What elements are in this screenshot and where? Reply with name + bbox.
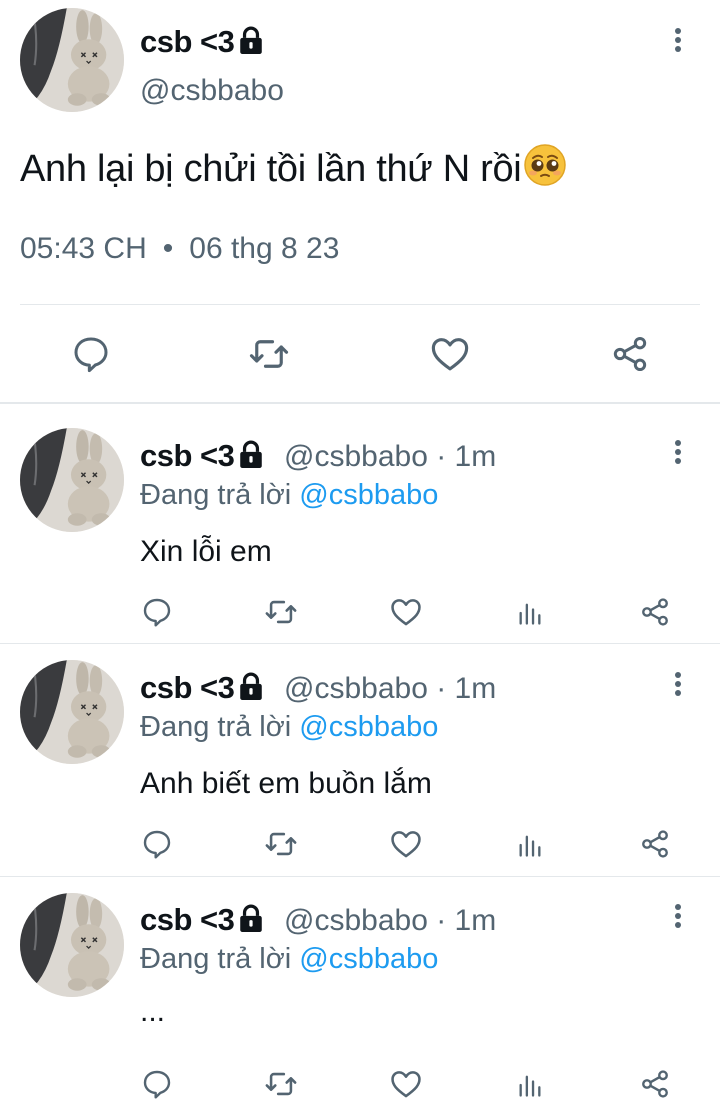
share-button[interactable] <box>638 1067 672 1101</box>
display-name[interactable]: csb <3 <box>140 24 264 60</box>
views-button[interactable] <box>514 597 546 629</box>
like-icon <box>389 595 423 629</box>
share-button[interactable] <box>638 595 672 629</box>
lock-icon <box>238 672 264 700</box>
display-name[interactable]: csb <3 <box>140 670 264 706</box>
share-icon <box>639 596 671 628</box>
views-button[interactable] <box>514 1069 546 1101</box>
handle-and-time[interactable]: @csbbabo · 1m <box>284 672 496 706</box>
reply-button[interactable] <box>140 595 174 629</box>
tweet-date: 06 thg 8 23 <box>189 232 340 265</box>
replying-to-label: Đang trả lời <box>140 711 292 743</box>
reply-button[interactable] <box>140 827 174 861</box>
more-options-icon[interactable] <box>668 672 688 702</box>
retweet-button[interactable] <box>263 595 299 629</box>
replying-to-label: Đang trả lời <box>140 479 292 511</box>
mention-link[interactable]: @csbbabo <box>299 711 438 743</box>
like-icon <box>389 1067 423 1101</box>
pleading-face-emoji-icon <box>524 144 567 186</box>
meta-separator: • <box>162 232 174 265</box>
tweet-text-content: Anh lại bị chửi tồi lần thứ N rồi <box>20 148 522 190</box>
views-icon <box>516 830 544 860</box>
share-icon <box>639 828 671 860</box>
divider <box>0 402 720 404</box>
retweet-icon <box>264 1067 298 1101</box>
display-name-text: csb <3 <box>140 438 235 473</box>
handle-and-time[interactable]: @csbbabo · 1m <box>284 904 496 938</box>
lock-icon <box>238 904 264 932</box>
tweet-time: 05:43 CH <box>20 232 147 265</box>
tweet-timestamp[interactable]: 05:43 CH • 06 thg 8 23 <box>20 232 339 266</box>
display-name-text: csb <3 <box>140 902 235 937</box>
user-handle[interactable]: @csbbabo <box>140 74 284 108</box>
retweet-icon <box>264 595 298 629</box>
reply-button[interactable] <box>68 331 114 377</box>
replying-to: Đang trả lời @csbbabo <box>140 943 438 976</box>
display-name[interactable]: csb <3 <box>140 902 264 938</box>
views-button[interactable] <box>514 829 546 861</box>
like-button[interactable] <box>388 827 424 861</box>
retweet-icon <box>248 333 290 375</box>
like-button[interactable] <box>427 331 473 377</box>
mention-link[interactable]: @csbbabo <box>299 479 438 511</box>
lock-icon <box>238 26 264 54</box>
handle-and-time[interactable]: @csbbabo · 1m <box>284 440 496 474</box>
views-icon <box>516 598 544 628</box>
mention-link[interactable]: @csbbabo <box>299 943 438 975</box>
reply-icon <box>71 334 111 374</box>
avatar[interactable] <box>20 428 124 532</box>
display-name-text: csb <3 <box>140 24 235 59</box>
avatar[interactable] <box>20 8 124 112</box>
lock-icon <box>238 440 264 468</box>
reply-text: Xin lỗi em <box>140 535 272 568</box>
views-icon <box>516 1070 544 1100</box>
retweet-button[interactable] <box>263 1067 299 1101</box>
retweet-icon <box>264 827 298 861</box>
replying-to: Đang trả lời @csbbabo <box>140 711 438 744</box>
share-icon <box>610 334 650 374</box>
like-button[interactable] <box>388 595 424 629</box>
share-button[interactable] <box>607 331 653 377</box>
more-options-icon[interactable] <box>668 440 688 470</box>
avatar[interactable] <box>20 893 124 997</box>
reply-icon <box>141 1068 173 1100</box>
reply-text: Anh biết em buồn lắm <box>140 767 432 800</box>
display-name-text: csb <3 <box>140 670 235 705</box>
tweet-text: Anh lại bị chửi tồi lần thứ N rồi <box>20 143 567 191</box>
reply-text: ... <box>140 995 166 1028</box>
reply-icon <box>141 828 173 860</box>
divider <box>0 876 720 877</box>
replying-to-label: Đang trả lời <box>140 943 292 975</box>
divider <box>20 304 700 305</box>
retweet-button[interactable] <box>246 331 292 377</box>
display-name[interactable]: csb <3 <box>140 438 264 474</box>
like-icon <box>429 333 471 375</box>
share-button[interactable] <box>638 827 672 861</box>
more-options-icon[interactable] <box>668 904 688 934</box>
reply-button[interactable] <box>140 1067 174 1101</box>
reply-icon <box>141 596 173 628</box>
replying-to: Đang trả lời @csbbabo <box>140 479 438 512</box>
like-icon <box>389 827 423 861</box>
retweet-button[interactable] <box>263 827 299 861</box>
avatar[interactable] <box>20 660 124 764</box>
more-options-icon[interactable] <box>668 28 688 58</box>
share-icon <box>639 1068 671 1100</box>
like-button[interactable] <box>388 1067 424 1101</box>
divider <box>0 643 720 644</box>
